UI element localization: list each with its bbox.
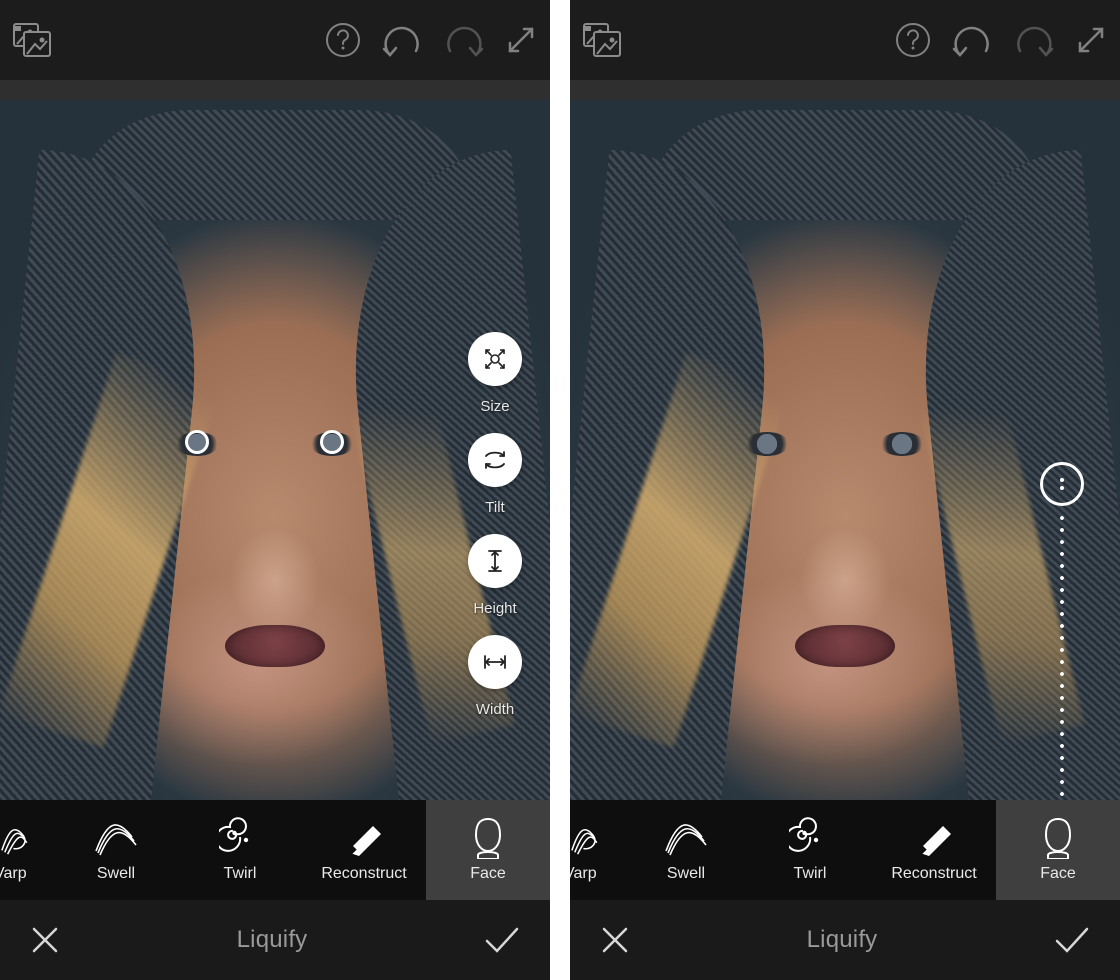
face-size-label: Size [480,398,509,415]
tool-face[interactable]: Face [996,800,1120,900]
sub-band [570,80,1120,100]
header [0,0,550,80]
image-canvas[interactable] [570,100,1120,900]
tool-reconstruct-label: Reconstruct [321,865,406,883]
undo-icon[interactable] [380,21,424,59]
tool-swell-label: Swell [667,865,705,883]
warp-icon [0,817,44,857]
header [570,0,1120,80]
face-width-button[interactable] [468,635,522,689]
tool-warp[interactable]: Varp [570,800,624,900]
screenshot-right: Varp Swell Twirl Reconstruct [570,0,1120,980]
face-controls: Size Tilt Height [468,332,522,718]
tool-reconstruct[interactable]: Reconstruct [872,800,996,900]
twirl-icon [789,817,831,857]
face-height-label: Height [473,600,516,617]
bottom-bar: Liquify [570,900,1120,980]
tool-swell[interactable]: Swell [624,800,748,900]
slider-handle[interactable] [1040,462,1084,506]
face-tilt-label: Tilt [485,499,504,516]
tool-warp-label: Varp [0,865,27,883]
sub-band [0,80,550,100]
liquify-tools: Varp Swell [0,800,550,900]
bottom-bar: Liquify [0,900,550,980]
fullscreen-icon[interactable] [1074,23,1108,57]
tool-warp[interactable]: Varp [0,800,54,900]
help-icon[interactable] [324,21,362,59]
tool-warp-label: Varp [570,865,597,883]
tool-twirl[interactable]: Twirl [178,800,302,900]
compare-icon[interactable] [12,22,52,58]
tool-reconstruct-label: Reconstruct [891,865,976,883]
cancel-button[interactable] [598,923,632,957]
tool-swell[interactable]: Swell [54,800,178,900]
tool-face[interactable]: Face [426,800,550,900]
fullscreen-icon[interactable] [504,23,538,57]
warp-icon [570,817,614,857]
face-width-label: Width [476,701,514,718]
twirl-icon [219,817,261,857]
tool-twirl[interactable]: Twirl [748,800,872,900]
face-icon [1038,817,1078,857]
tool-swell-label: Swell [97,865,135,883]
screenshot-left: Size Tilt Height [0,0,550,980]
face-height-button[interactable] [468,534,522,588]
tool-reconstruct[interactable]: Reconstruct [302,800,426,900]
tool-twirl-label: Twirl [224,865,257,883]
confirm-button[interactable] [482,923,522,957]
mode-title: Liquify [807,926,878,954]
face-tilt-button[interactable] [468,433,522,487]
tool-face-label: Face [470,865,506,883]
tool-twirl-label: Twirl [794,865,827,883]
redo-icon[interactable] [442,21,486,59]
swell-icon [92,817,140,857]
help-icon[interactable] [894,21,932,59]
face-size-button[interactable] [468,332,522,386]
reconstruct-icon [343,817,385,857]
face-icon [468,817,508,857]
confirm-button[interactable] [1052,923,1092,957]
cancel-button[interactable] [28,923,62,957]
reconstruct-icon [913,817,955,857]
image-canvas[interactable]: Size Tilt Height [0,100,550,900]
undo-icon[interactable] [950,21,994,59]
tool-face-label: Face [1040,865,1076,883]
compare-icon[interactable] [582,22,622,58]
redo-icon[interactable] [1012,21,1056,59]
mode-title: Liquify [237,926,308,954]
liquify-tools: Varp Swell Twirl Reconstruct [570,800,1120,900]
swell-icon [662,817,710,857]
